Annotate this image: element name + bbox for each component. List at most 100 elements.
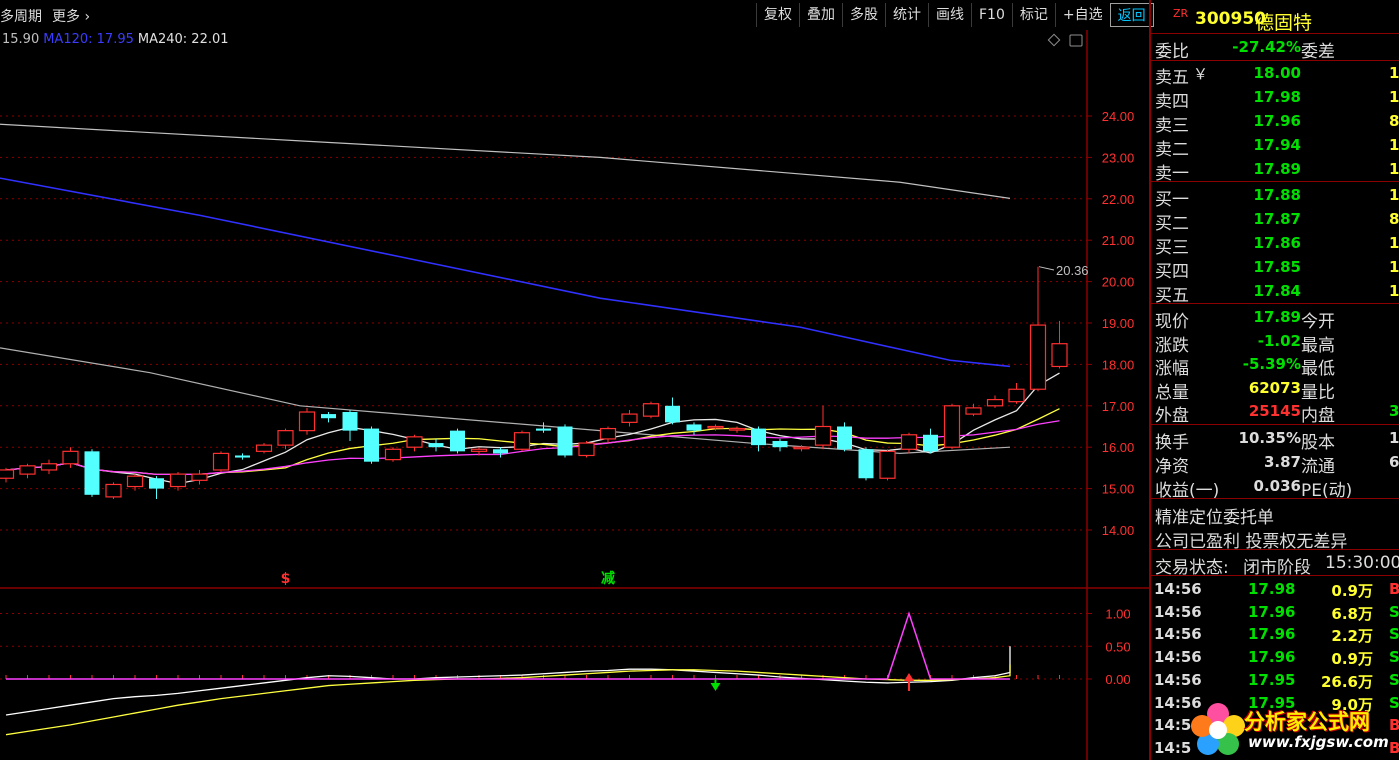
tick-volume: 26.6万 xyxy=(1320,672,1373,691)
y-tick-label: 23.00 xyxy=(1102,150,1135,165)
candle-body-down xyxy=(772,440,788,448)
ma240-line xyxy=(0,123,1011,199)
separator xyxy=(1151,33,1399,34)
candle-body-up xyxy=(1029,324,1047,390)
candle-body-up xyxy=(986,398,1004,407)
candle-body-down xyxy=(149,478,164,489)
candle-body-up xyxy=(169,473,187,488)
tick-time: 14:56 xyxy=(1154,602,1202,621)
high-annotation-line xyxy=(1038,266,1055,271)
fund-label: 流通 xyxy=(1301,457,1335,477)
candle-body-down xyxy=(428,443,444,448)
tick-row: 14:56 17.96 0.9万 S xyxy=(1151,646,1399,668)
stat-row: 涨幅 -5.39% 最低 xyxy=(1151,353,1399,379)
stock-header[interactable]: ZR 300950 德固特 xyxy=(1151,6,1399,34)
note-row[interactable]: 精准定位委托单 xyxy=(1151,502,1399,528)
tick-price: 17.96 xyxy=(1248,625,1296,644)
tick-price: 17.96 xyxy=(1248,602,1296,621)
toolbar-button-0[interactable]: 复权 xyxy=(756,3,799,27)
stat-value: 3 xyxy=(1389,402,1399,420)
separator xyxy=(1151,549,1399,550)
buy-price: 17.87 xyxy=(1253,210,1301,228)
tick-flag: S xyxy=(1389,625,1399,644)
tick-time: 14:56 xyxy=(1154,625,1202,644)
sell-label: 卖五 xyxy=(1155,68,1189,88)
candle-body-up xyxy=(298,411,316,432)
tick-flag: S xyxy=(1389,602,1399,621)
sell-price: 17.98 xyxy=(1253,88,1301,106)
more-menu[interactable]: 更多 › xyxy=(52,6,90,26)
fund-value: 1 xyxy=(1389,429,1399,447)
candle-body-up xyxy=(277,430,294,446)
y-tick-label: 0.50 xyxy=(1105,639,1130,654)
sell-price: 17.96 xyxy=(1253,112,1301,130)
period-selector[interactable]: 多周期 xyxy=(0,6,42,26)
sell-row-3[interactable]: 卖三 17.96 8 xyxy=(1151,110,1399,136)
sell-volume: 13 xyxy=(1389,136,1399,154)
tick-time: 14:5 xyxy=(1154,716,1192,735)
y-tick-label: 14.00 xyxy=(1102,523,1135,538)
chevron-right-icon: › xyxy=(84,9,91,25)
weibi-value: -27.42% xyxy=(1232,38,1301,56)
kline-chart[interactable]: 24.00 23.00 22.00 21.00 20.00 19.00 18.00 17.00… xyxy=(0,30,1149,760)
sell-label: 卖三 xyxy=(1155,116,1189,136)
yen-icon: ￥ xyxy=(1193,65,1209,83)
y-tick-label: 24.00 xyxy=(1102,109,1135,124)
stat-value: 17.89 xyxy=(1253,308,1301,326)
toolbar-button-3[interactable]: 统计 xyxy=(885,3,928,27)
tick-flag: S xyxy=(1389,648,1399,667)
toolbar-button-2[interactable]: 多股 xyxy=(842,3,885,27)
candle-body-up xyxy=(212,452,230,471)
sell-row-1[interactable]: 卖五￥ 18.00 10 xyxy=(1151,62,1399,88)
sell-price: 17.89 xyxy=(1253,160,1301,178)
toolbar-button-1[interactable]: 叠加 xyxy=(799,3,842,27)
buy-price: 17.88 xyxy=(1253,186,1301,204)
buy-row-2[interactable]: 买二 17.87 8 xyxy=(1151,208,1399,234)
toolbar-button-7[interactable]: +自选 xyxy=(1054,3,1110,27)
toolbar-button-8[interactable]: 返回 xyxy=(1109,3,1154,27)
sell-row-2[interactable]: 卖四 17.98 16 xyxy=(1151,86,1399,112)
stat-value: -5.39% xyxy=(1242,355,1301,373)
candle-body-up xyxy=(943,405,961,448)
toolbar-button-5[interactable]: F10 xyxy=(971,3,1012,27)
weicha-label: 委差 xyxy=(1301,42,1335,62)
buy-price: 17.86 xyxy=(1253,234,1301,252)
sell-price: 18.00 xyxy=(1253,64,1301,82)
candle-body-up xyxy=(0,469,15,479)
toolbar-buttons: 复权 叠加 多股 统计 画线 F10 标记 +自选 返回 xyxy=(756,3,1154,27)
buy-row-1[interactable]: 买一 17.88 13 xyxy=(1151,184,1399,210)
stat-label: 最高 xyxy=(1301,335,1335,356)
signal-marker: $ xyxy=(281,571,291,587)
separator xyxy=(1151,60,1399,61)
buy-label: 买一 xyxy=(1155,190,1189,210)
candle-body-up xyxy=(707,425,724,429)
fund-value: 3.87 xyxy=(1263,453,1301,471)
buy-volume: 13 xyxy=(1389,186,1399,204)
toolbar-button-4[interactable]: 画线 xyxy=(928,3,971,27)
candle-body-up xyxy=(105,483,122,498)
note-row[interactable]: 公司已盈利 投票权无差异 xyxy=(1151,526,1399,552)
buy-row-3[interactable]: 买三 17.86 1 xyxy=(1151,232,1399,258)
candle-body-up xyxy=(255,444,273,452)
stat-row: 外盘 25145 内盘 3 xyxy=(1151,400,1399,426)
buy-row-4[interactable]: 买四 17.85 1 xyxy=(1151,256,1399,282)
stat-label: 内盘 xyxy=(1301,406,1335,426)
toolbar-button-6[interactable]: 标记 xyxy=(1011,3,1055,27)
sell-price: 17.94 xyxy=(1253,136,1301,154)
candle-body-up xyxy=(900,434,918,450)
tick-row: 14:56 17.96 6.8万 S xyxy=(1151,601,1399,623)
candle-body-up xyxy=(1008,388,1025,403)
buy-row-5[interactable]: 买五 17.84 1 xyxy=(1151,280,1399,306)
sell-row-4[interactable]: 卖二 17.94 13 xyxy=(1151,134,1399,160)
candle-body-up xyxy=(642,403,660,417)
sell-row-5[interactable]: 卖一17.8913 xyxy=(1151,158,1399,184)
watermark-url: www.fxjgsw.com xyxy=(1248,733,1389,751)
buy-price: 17.85 xyxy=(1253,258,1301,276)
candle-body-up xyxy=(19,465,36,475)
separator xyxy=(1151,424,1399,425)
zr-tag: ZR xyxy=(1173,7,1189,20)
stat-label: 现价 xyxy=(1155,312,1189,332)
sell-volume: 8 xyxy=(1389,112,1399,130)
stock-name: 德固特 xyxy=(1255,12,1313,34)
tick-price: 17.96 xyxy=(1248,648,1296,667)
